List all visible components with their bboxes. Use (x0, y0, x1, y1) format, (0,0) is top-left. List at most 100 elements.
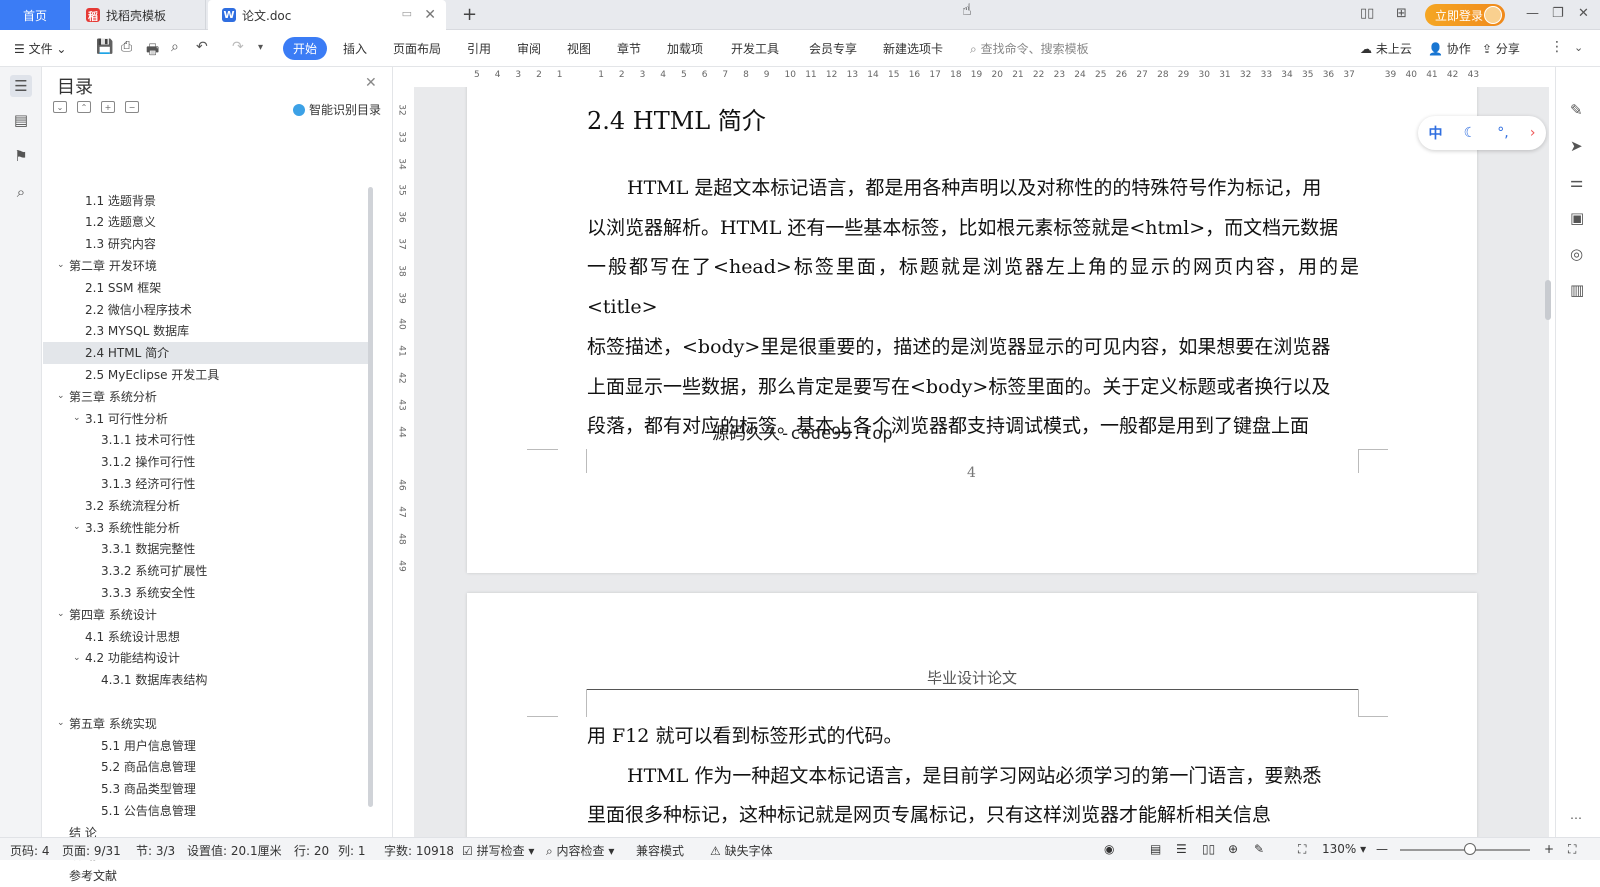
word-count[interactable]: 字数: 10918 (384, 842, 454, 859)
moon-icon[interactable]: ☾ (1464, 125, 1477, 141)
toc-item[interactable]: 4.3.1 数据库表结构 (43, 669, 368, 691)
navigation-icon[interactable]: ▤ (10, 109, 32, 131)
page-view-icon[interactable]: ▤ (1150, 842, 1161, 856)
command-search[interactable]: ⌕ 查找命令、搜索模板 (970, 40, 1089, 57)
tab-member[interactable]: 会员专享 (809, 40, 857, 57)
add-heading-icon[interactable]: + (101, 101, 115, 113)
layout-icon[interactable]: ▯▯ (1360, 6, 1374, 21)
tab-insert[interactable]: 插入 (343, 40, 367, 57)
book-icon[interactable]: ▥ (1570, 281, 1584, 299)
login-button[interactable]: 立即登录 (1425, 4, 1505, 26)
tab-template[interactable]: 稻 找稻壳模板 (72, 0, 206, 30)
page-count[interactable]: 页面: 9/31 (62, 842, 121, 859)
toc-item[interactable]: ⌄ 3.3 系统性能分析 (43, 516, 368, 538)
toc-item[interactable]: ⌄ 3.1 可行性分析 (43, 407, 368, 429)
toc-item[interactable]: 4.1 系统设计思想 (43, 625, 368, 647)
write-view-icon[interactable]: ✎ (1254, 842, 1264, 856)
zoom-level[interactable]: 130% ▾ (1322, 842, 1366, 856)
tab-chapter[interactable]: 章节 (617, 40, 641, 57)
collapse-all-icon[interactable]: ⌄ (53, 101, 67, 113)
toc-item[interactable]: 3.3.3 系统安全性 (43, 581, 368, 603)
close-icon[interactable]: ✕ (365, 75, 377, 91)
spell-check[interactable]: ☑ 拼写检查 ▾ (462, 842, 534, 859)
toc-item[interactable]: 3.1.1 技术可行性 (43, 429, 368, 451)
find-icon[interactable]: ⌕ (10, 181, 32, 203)
toc-item[interactable]: 1.3 研究内容 (43, 233, 368, 255)
fullscreen-icon[interactable]: ⛶ (1568, 842, 1576, 857)
smart-toc-button[interactable]: 智能识别目录 (293, 101, 381, 118)
tab-start[interactable]: 开始 (283, 37, 328, 60)
fit-page-icon[interactable]: ⛶ (1298, 842, 1306, 857)
tab-document[interactable]: W 论文.doc ▭ ✕ (208, 0, 446, 30)
tab-home[interactable]: 首页 (0, 0, 70, 30)
toc-item[interactable]: 参考文献 (43, 865, 368, 887)
tab-developer[interactable]: 开发工具 (731, 40, 779, 57)
chevron-down-icon[interactable]: ⌄ (57, 391, 69, 401)
toc-item[interactable]: ⌄ 第五章 系统实现 (43, 712, 368, 734)
tab-page-layout[interactable]: 页面布局 (393, 40, 441, 57)
collab-button[interactable]: 👤 协作 (1428, 40, 1471, 57)
more-icon[interactable]: ⋮ (1550, 39, 1564, 55)
toc-scrollbar[interactable] (368, 187, 373, 807)
tab-addins[interactable]: 加载项 (667, 40, 703, 57)
toc-item[interactable]: 2.2 微信小程序技术 (43, 298, 368, 320)
redo-icon[interactable]: ↷ (232, 39, 244, 55)
close-window-icon[interactable]: ✕ (1578, 6, 1589, 21)
pointer-icon[interactable]: ➤ (1570, 137, 1583, 155)
close-tab-icon[interactable]: ✕ (424, 7, 436, 23)
input-method-bar[interactable]: 中 ☾ °, › (1418, 116, 1546, 150)
new-tab-button[interactable]: + (462, 4, 477, 25)
pen-icon[interactable]: ✎ (1570, 101, 1583, 119)
horizontal-ruler[interactable]: 5 4 3 2 1 1 2 3 4 5 6 7 8 9 10 11 12 13 14 15 16 17 18 19 20 21 22… (394, 67, 1554, 87)
file-menu[interactable]: ☰ 文件 ⌄ (14, 40, 66, 57)
toc-item[interactable]: 1.1 选题背景 (43, 189, 368, 211)
zoom-slider-handle[interactable] (1464, 843, 1476, 855)
zoom-out-icon[interactable]: — (1376, 842, 1388, 856)
pin-icon[interactable]: ▭ (402, 7, 412, 20)
content-check[interactable]: ⌕ 内容检查 ▾ (546, 842, 614, 859)
toc-item[interactable]: 2.3 MYSQL 数据库 (43, 320, 368, 342)
collapse-ribbon-icon[interactable]: ⌄ (1574, 41, 1583, 54)
chevron-down-icon[interactable]: ⌄ (57, 609, 69, 619)
toc-item[interactable]: 2.5 MyEclipse 开发工具 (43, 363, 368, 385)
toc-item[interactable]: ⌄ 第三章 系统分析 (43, 385, 368, 407)
document-page[interactable]: 毕业设计论文 用 F12 就可以看到标签形式的代码。 HTML 作为一种超文本标… (467, 593, 1477, 837)
punctuation-icon[interactable]: °, (1497, 125, 1508, 141)
image-icon[interactable]: ▣ (1570, 209, 1584, 227)
toc-item[interactable]: 5.3 商品类型管理 (43, 778, 368, 800)
toc-item[interactable]: 2.1 SSM 框架 (43, 276, 368, 298)
vertical-ruler[interactable]: 32 33 34 35 36 37 38 39 40 41 42 43 44 46 47 48 49 (394, 87, 414, 837)
toc-item[interactable]: 5.1 用户信息管理 (43, 734, 368, 756)
toc-item[interactable]: ⌄ 第二章 开发环境 (43, 254, 368, 276)
toc-item[interactable]: 3.3.2 系统可扩展性 (43, 560, 368, 582)
toc-item[interactable]: 3.3.1 数据完整性 (43, 538, 368, 560)
toc-item[interactable]: 5.2 商品信息管理 (43, 756, 368, 778)
chevron-right-icon[interactable]: › (1530, 125, 1536, 141)
undo-icon[interactable]: ↶ (196, 39, 208, 55)
outline-view-icon[interactable]: ☰ (1176, 842, 1187, 856)
web-view-icon[interactable]: ⊕ (1228, 842, 1238, 856)
zoom-in-icon[interactable]: + (1544, 842, 1554, 856)
expand-all-icon[interactable]: ⌃ (77, 101, 91, 113)
minimize-icon[interactable]: — (1526, 6, 1539, 21)
share-button[interactable]: ⇪ 分享 (1482, 40, 1520, 57)
chevron-down-icon[interactable]: ⌄ (73, 413, 85, 423)
toc-item[interactable]: ⌄ 4.2 功能结构设计 (43, 647, 368, 669)
more-options-icon[interactable]: ⋯ (1570, 811, 1582, 825)
toc-item[interactable]: 5.1 公告信息管理 (43, 799, 368, 821)
print-preview-icon[interactable]: ⌕ (171, 39, 179, 55)
missing-font[interactable]: ⚠ 缺失字体 (710, 842, 773, 859)
toc-item[interactable]: 1.2 选题意义 (43, 211, 368, 233)
adjust-icon[interactable]: ⚌ (1570, 173, 1583, 191)
eye-protection-icon[interactable]: ◉ (1104, 842, 1114, 856)
ime-language[interactable]: 中 (1429, 123, 1443, 143)
toc-item[interactable] (43, 690, 368, 712)
toc-panel-icon[interactable]: ☰ (10, 75, 32, 97)
toc-item[interactable]: 3.1.3 经济可行性 (43, 472, 368, 494)
toc-item[interactable]: 2.4 HTML 简介 (43, 341, 368, 364)
chevron-down-icon[interactable]: ⌄ (57, 260, 69, 270)
restore-icon[interactable]: ❐ (1552, 6, 1564, 21)
bookmark-icon[interactable]: ⚑ (10, 145, 32, 167)
location-icon[interactable]: ◎ (1570, 245, 1583, 263)
toc-item[interactable]: 3.1.2 操作可行性 (43, 451, 368, 473)
